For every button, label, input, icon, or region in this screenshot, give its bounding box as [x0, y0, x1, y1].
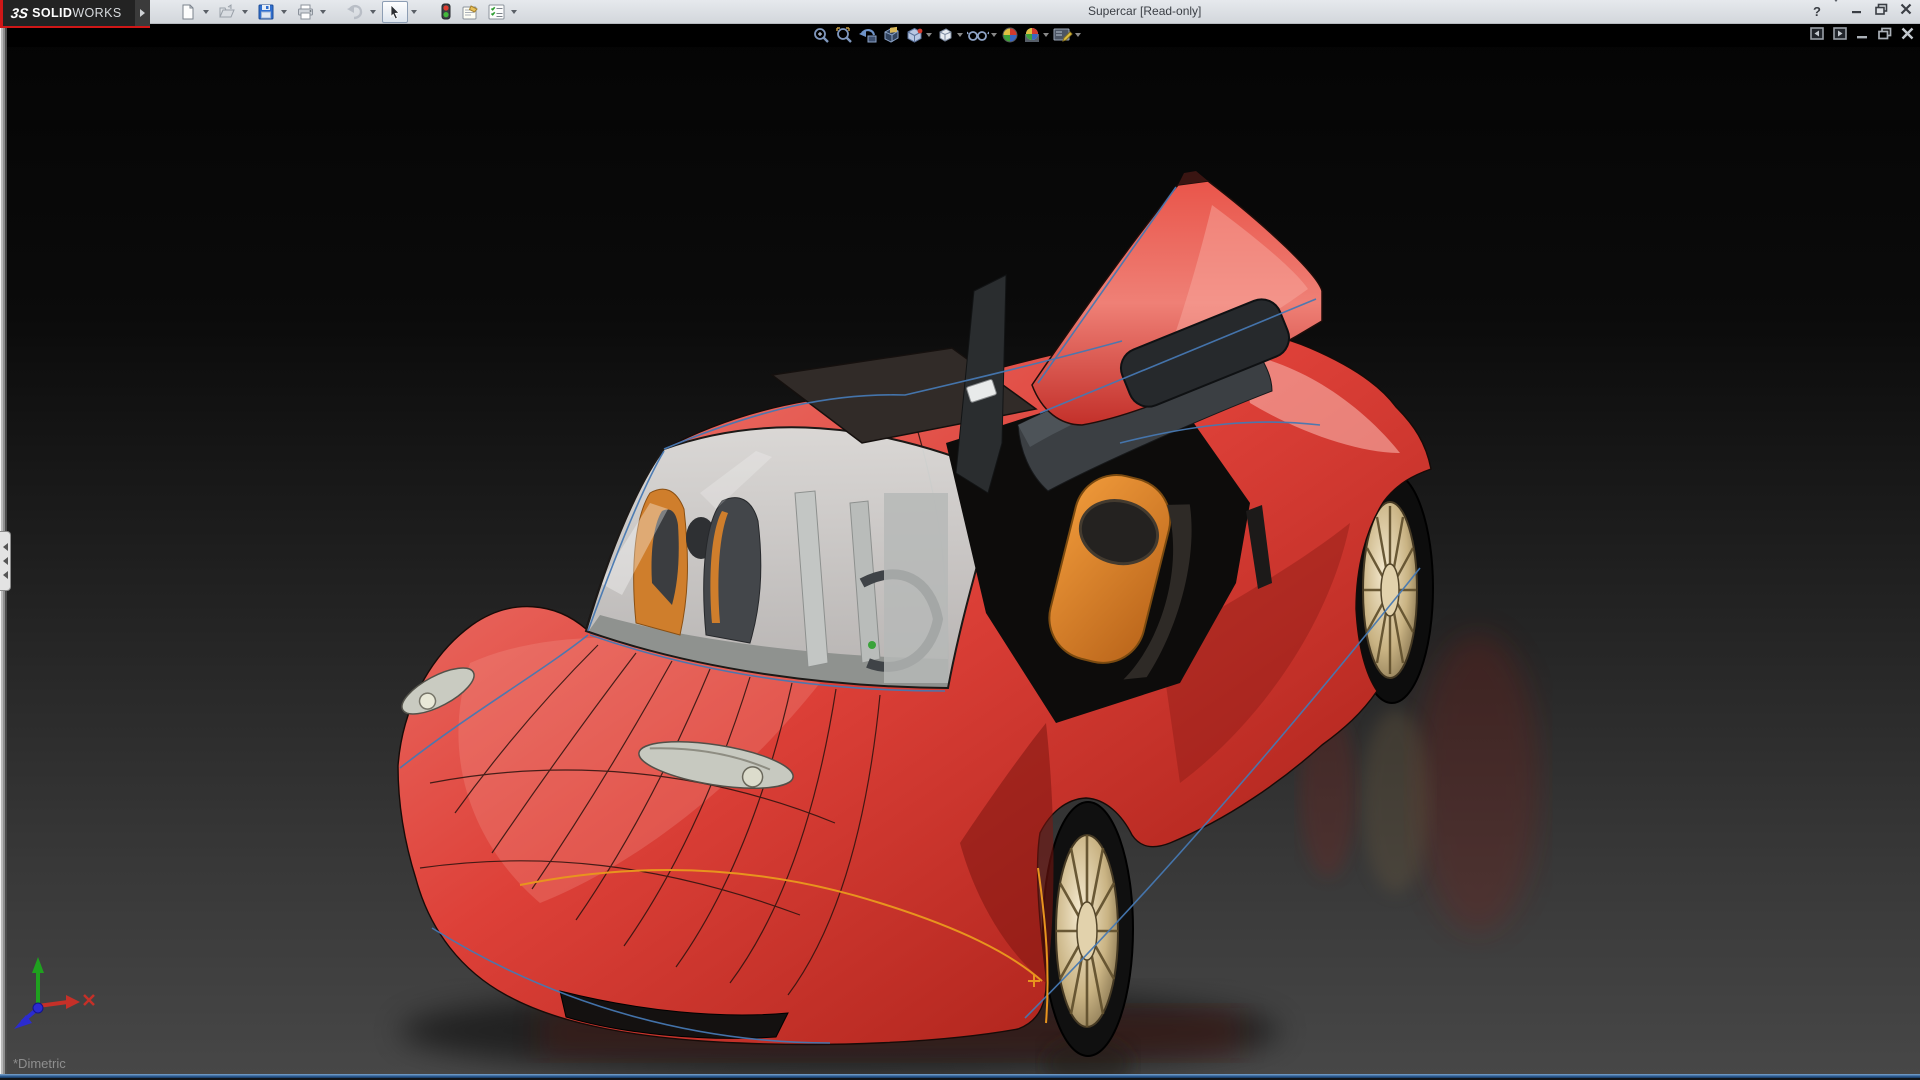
- minimize-button[interactable]: [1851, 2, 1863, 20]
- logo-text-bold: SOLID: [32, 6, 72, 20]
- menu-flyout-arrow[interactable]: [135, 0, 150, 26]
- rebuild-button[interactable]: [434, 2, 458, 22]
- doc-restore-button[interactable]: [1878, 27, 1892, 45]
- apply-scene-button[interactable]: [1023, 26, 1049, 44]
- undo-dropdown[interactable]: [368, 2, 378, 22]
- view-orientation-button[interactable]: [905, 26, 932, 44]
- document-window-controls: [1810, 27, 1914, 45]
- view-settings-button[interactable]: [1053, 26, 1081, 44]
- open-button[interactable]: [215, 2, 239, 22]
- help-dropdown[interactable]: [1833, 2, 1839, 20]
- solidworks-logo[interactable]: 3S SOLID WORKS: [0, 0, 150, 28]
- hide-show-items-button[interactable]: [967, 26, 997, 44]
- view-orientation-label: *Dimetric: [13, 1056, 66, 1071]
- edit-appearance-button[interactable]: [1001, 26, 1019, 44]
- options-button[interactable]: [484, 2, 508, 22]
- print-button[interactable]: [293, 2, 317, 22]
- window-controls: ?: [1813, 2, 1912, 20]
- new-document-dropdown[interactable]: [201, 2, 211, 22]
- new-document-button[interactable]: [176, 2, 200, 22]
- select-tool-button[interactable]: [382, 1, 408, 23]
- headsup-view-toolbar: [812, 26, 1081, 44]
- display-style-button[interactable]: [936, 26, 963, 44]
- undo-button[interactable]: [343, 2, 367, 22]
- section-view-button[interactable]: [882, 26, 901, 44]
- zoom-to-fit-button[interactable]: [812, 26, 831, 44]
- show-right-pane-button[interactable]: [1833, 27, 1847, 45]
- graphics-area[interactable]: [0, 23, 1920, 1075]
- options-dropdown[interactable]: [509, 2, 519, 22]
- logo-text-light: WORKS: [72, 6, 121, 20]
- logo-3s-mark: 3S: [10, 5, 29, 21]
- print-dropdown[interactable]: [318, 2, 328, 22]
- previous-view-button[interactable]: [858, 26, 878, 44]
- zoom-to-area-button[interactable]: [835, 26, 854, 44]
- front-wheel[interactable]: [1043, 802, 1133, 1056]
- standard-toolbar: [176, 1, 522, 22]
- file-properties-button[interactable]: [459, 2, 483, 22]
- save-dropdown[interactable]: [279, 2, 289, 22]
- select-tool-dropdown[interactable]: [409, 2, 419, 22]
- save-button[interactable]: [254, 2, 278, 22]
- doc-minimize-button[interactable]: [1856, 27, 1869, 45]
- document-title: Supercar [Read-only]: [1088, 4, 1201, 18]
- open-dropdown[interactable]: [240, 2, 250, 22]
- help-button[interactable]: ?: [1813, 4, 1821, 19]
- expand-arrow-icon: [3, 557, 8, 565]
- model-supercar[interactable]: [0, 23, 1920, 1075]
- show-left-pane-button[interactable]: [1810, 27, 1824, 45]
- close-button[interactable]: [1900, 2, 1912, 20]
- expand-arrow-icon: [3, 571, 8, 579]
- doc-close-button[interactable]: [1901, 27, 1914, 45]
- restore-button[interactable]: [1875, 2, 1888, 20]
- expand-arrow-icon: [3, 543, 8, 551]
- feature-manager-expand-tab[interactable]: [0, 531, 11, 591]
